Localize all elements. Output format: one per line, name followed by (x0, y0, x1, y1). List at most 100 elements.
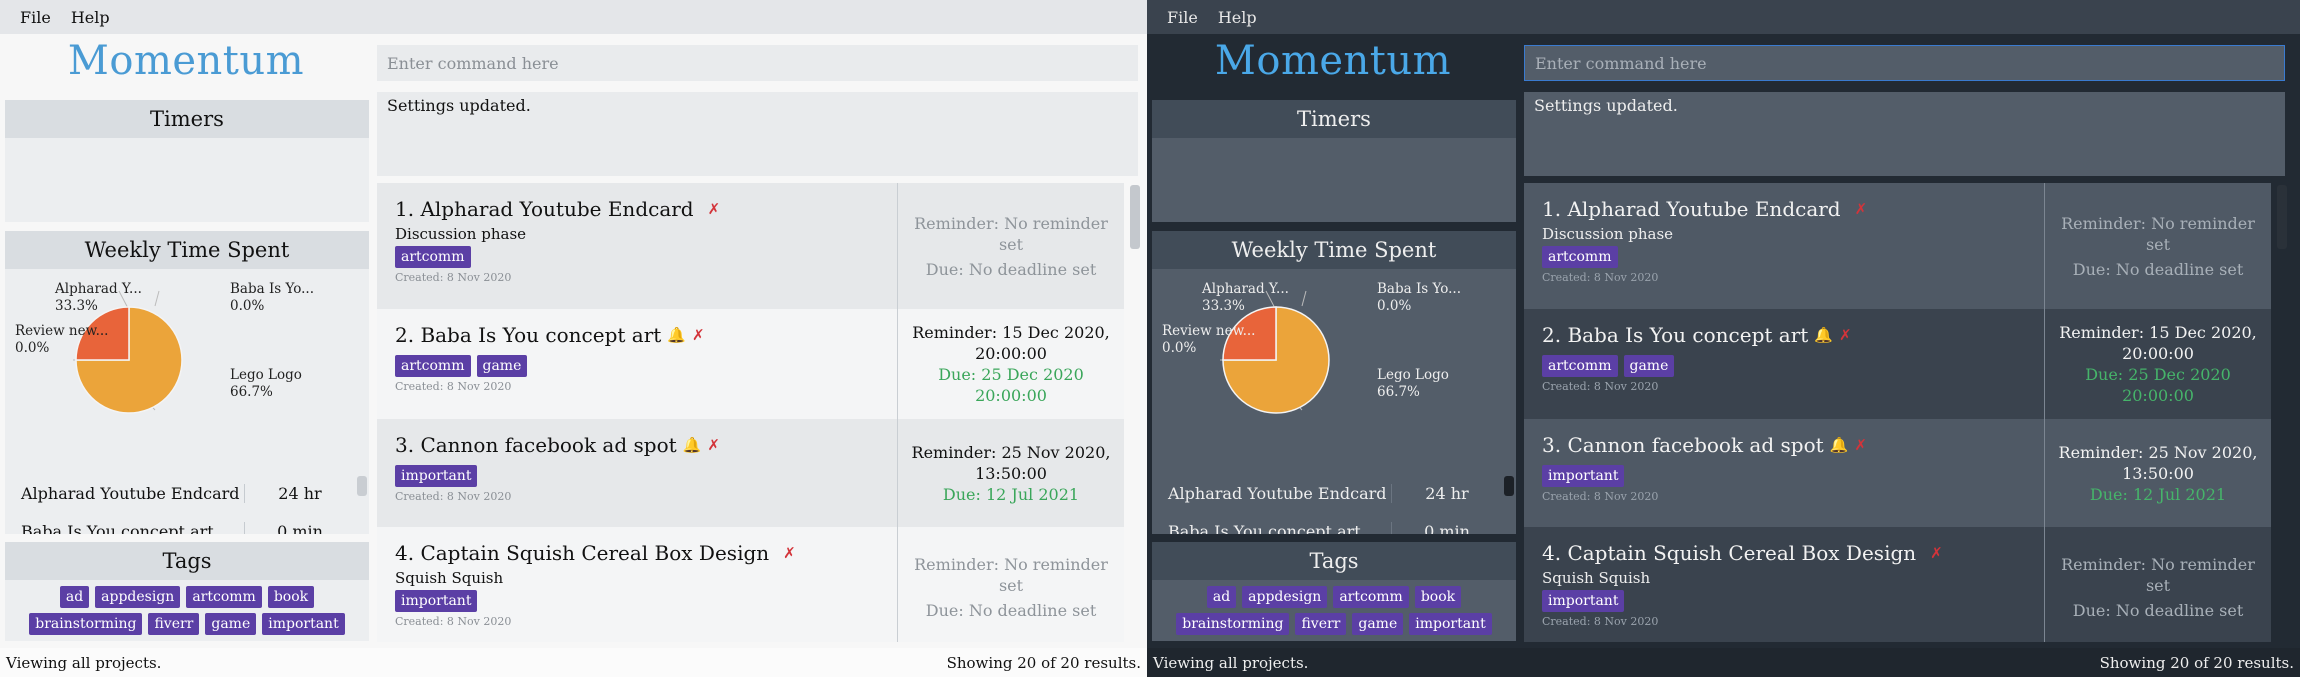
command-input[interactable]: Enter command here (377, 45, 1138, 81)
project-title: 1. Alpharad Youtube Endcard (395, 197, 694, 221)
due-text: Due: 12 Jul 2021 (942, 484, 1080, 504)
project-description: Squish Squish (1542, 569, 1651, 587)
project-card[interactable]: 1. Alpharad Youtube Endcard ✗ Discussion … (377, 183, 1124, 309)
tag-chip: important (395, 590, 478, 612)
due-text: Due: No deadline set (2072, 259, 2244, 279)
pie-label-lego: Lego Logo 66.7% (1377, 367, 1449, 400)
reminder-text: Reminder: No reminder set (914, 213, 1108, 254)
weekly-title: Weekly Time Spent (1152, 231, 1516, 269)
menu-file[interactable]: File (10, 8, 61, 27)
time-table[interactable]: Alpharad Youtube Endcard 24 hr Baba Is Y… (5, 474, 369, 534)
tag-chip: important (1542, 465, 1625, 487)
project-list-scrollbar[interactable] (2277, 185, 2287, 249)
time-value: 0 min (1424, 521, 1470, 535)
cross-icon: ✗ (691, 326, 705, 344)
project-title: 2. Baba Is You concept art (1542, 323, 1809, 347)
reminder-text: Reminder: 15 Dec 2020, 20:00:00 (2059, 323, 2257, 363)
tag-chip: brainstorming (29, 613, 143, 635)
menu-bar: File Help (0, 0, 1147, 34)
tag-chip: important (1542, 590, 1625, 612)
tag-chip: artcomm (1333, 586, 1409, 608)
project-card[interactable]: 3. Cannon facebook ad spot 🔔 ✗ important C… (1524, 419, 2271, 527)
pie-label-baba: Baba Is Yo... 0.0% (1377, 281, 1462, 314)
tag-chip: ad (1206, 586, 1237, 608)
project-card[interactable]: 1. Alpharad Youtube Endcard ✗ Discussion … (1524, 183, 2271, 309)
pie-label-baba: Baba Is Yo... 0.0% (230, 281, 315, 314)
time-project-name: Baba Is You concept art (5, 521, 245, 534)
cross-icon: ✗ (1854, 200, 1868, 218)
tag-chip: artcomm (1542, 246, 1618, 268)
cross-icon: ✗ (1838, 326, 1852, 344)
status-bar: Viewing all projects. Showing 20 of 20 r… (1147, 648, 2300, 677)
created-date: Created: 8 Nov 2020 (395, 271, 512, 284)
tag-chip: appdesign (1242, 586, 1328, 608)
reminder-text: Reminder: 25 Nov 2020, 13:50:00 (911, 442, 1111, 483)
due-text: Due: 25 Dec 2020 20:00:00 (2085, 365, 2231, 405)
project-list[interactable]: 1. Alpharad Youtube Endcard ✗ Discussion … (377, 183, 1138, 642)
status-left: Viewing all projects. (1153, 653, 1309, 672)
command-input[interactable]: Enter command here (1524, 45, 2285, 81)
created-date: Created: 8 Nov 2020 (1542, 615, 1659, 628)
project-card[interactable]: 4. Captain Squish Cereal Box Design ✗ Squ… (377, 527, 1124, 642)
tag-chip: artcomm (395, 246, 471, 268)
menu-help[interactable]: Help (1208, 8, 1267, 27)
tags-panel: Tags ad appdesign artcomm book brainstor… (5, 542, 369, 641)
reminder-text: Reminder: No reminder set (2061, 213, 2255, 254)
time-table[interactable]: Alpharad Youtube Endcard 24 hr Baba Is Y… (1152, 474, 1516, 534)
tag-chip: brainstorming (1176, 613, 1290, 635)
reminder-text: Reminder: 25 Nov 2020, 13:50:00 (2058, 442, 2258, 483)
timers-panel: Timers (5, 100, 369, 222)
time-table-scrollbar[interactable] (1504, 476, 1514, 496)
tag-chip: game (1623, 355, 1675, 377)
created-date: Created: 8 Nov 2020 (395, 490, 512, 503)
created-date: Created: 8 Nov 2020 (395, 615, 512, 628)
timers-title: Timers (1152, 100, 1516, 138)
table-row: Alpharad Youtube Endcard 24 hr (5, 474, 369, 512)
time-value: 0 min (277, 521, 323, 535)
reminder-text: Reminder: No reminder set (914, 554, 1108, 595)
due-text: Due: 25 Dec 2020 20:00:00 (938, 365, 1084, 405)
weekly-time-panel: Weekly Time Spent Alpharad Y... 33.3% Bab… (5, 231, 369, 534)
timers-title: Timers (5, 100, 369, 138)
bell-icon: 🔔 (1814, 326, 1833, 344)
tags-title: Tags (5, 542, 369, 580)
menu-file[interactable]: File (1157, 8, 1208, 27)
result-display: Settings updated. (377, 92, 1138, 176)
timers-list (1152, 138, 1516, 222)
time-table-scrollbar[interactable] (357, 476, 367, 496)
project-card[interactable]: 3. Cannon facebook ad spot 🔔 ✗ important C… (377, 419, 1124, 527)
tag-chip: fiverr (148, 613, 200, 635)
project-description: Discussion phase (395, 225, 527, 243)
table-row: Baba Is You concept art 0 min (5, 512, 369, 534)
due-text: Due: No deadline set (925, 600, 1097, 620)
bell-icon: 🔔 (667, 326, 686, 344)
reminder-text: Reminder: No reminder set (2061, 554, 2255, 595)
reminder-text: Reminder: 15 Dec 2020, 20:00:00 (912, 323, 1110, 363)
time-value: 24 hr (278, 483, 322, 503)
cross-icon: ✗ (707, 200, 721, 218)
tag-chip: artcomm (395, 355, 471, 377)
project-title: 3. Cannon facebook ad spot (1542, 433, 1824, 457)
project-card[interactable]: 4. Captain Squish Cereal Box Design ✗ Squ… (1524, 527, 2271, 642)
pie-label-lego: Lego Logo 66.7% (230, 367, 302, 400)
light-theme-window: File Help Momentum Timers Weekly Time Sp… (0, 0, 1147, 677)
project-list-scrollbar[interactable] (1130, 185, 1140, 249)
project-list[interactable]: 1. Alpharad Youtube Endcard ✗ Discussion … (1524, 183, 2285, 642)
status-right: Showing 20 of 20 results. (2099, 653, 2294, 672)
project-title: 4. Captain Squish Cereal Box Design (395, 541, 770, 565)
pie-label-review: Review new... 0.0% (15, 323, 109, 356)
tag-chip: game (1352, 613, 1404, 635)
cross-icon: ✗ (707, 436, 720, 454)
menu-help[interactable]: Help (61, 8, 120, 27)
tag-chip: book (267, 586, 315, 608)
table-row: Alpharad Youtube Endcard 24 hr (1152, 474, 1516, 512)
cross-icon: ✗ (1930, 544, 1943, 562)
due-text: Due: 12 Jul 2021 (2089, 484, 2227, 504)
tag-chip: important (262, 613, 345, 635)
tag-chip: game (476, 355, 528, 377)
project-card[interactable]: 2. Baba Is You concept art 🔔 ✗ artcomm game… (1524, 309, 2271, 419)
project-description: Squish Squish (395, 569, 504, 587)
tags-title: Tags (1152, 542, 1516, 580)
project-title: 2. Baba Is You concept art (395, 323, 662, 347)
project-card[interactable]: 2. Baba Is You concept art 🔔 ✗ artcomm game… (377, 309, 1124, 419)
